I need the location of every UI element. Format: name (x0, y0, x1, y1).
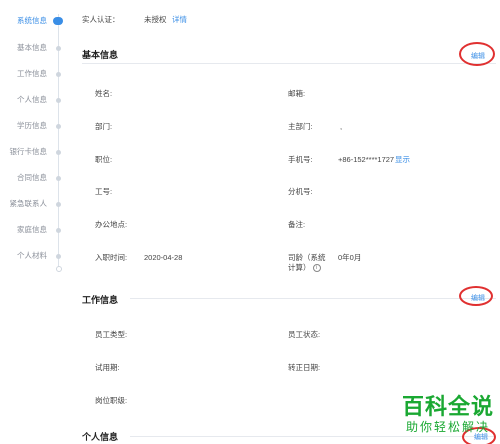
nav-item-family-info[interactable]: 家庭信息 (0, 223, 72, 237)
hire-date-label: 入职时间: (95, 253, 128, 262)
nav-item-system-info[interactable]: 系统信息 (0, 14, 72, 28)
tenure-label-line-2: 计算） i (288, 263, 321, 273)
nav-item-label: 合同信息 (17, 173, 47, 182)
nav-item-label: 基本信息 (17, 43, 47, 52)
nav-item-label: 学历信息 (17, 121, 47, 130)
name-label: 姓名: (95, 89, 113, 98)
auth-detail-link[interactable]: 详情 (172, 15, 187, 25)
nav-item-basic-info[interactable]: 基本信息 (0, 41, 72, 55)
highlight-circle (459, 42, 495, 66)
section-divider (130, 436, 496, 437)
email-label: 邮箱: (288, 89, 306, 98)
tenure-value: 0年0月 (338, 253, 362, 262)
employee-status-label: 员工状态: (288, 330, 321, 339)
nav-item-label: 个人材料 (17, 251, 47, 260)
nav-dot (56, 202, 61, 207)
job-number-label: 工号: (95, 187, 113, 196)
highlight-circle (459, 286, 493, 306)
nav-item-education-info[interactable]: 学历信息 (0, 119, 72, 133)
employee-profile-panel: 实人认证： 未授权 详情 基本信息 编辑 姓名: 邮箱: 部门: 主部门: , … (72, 0, 500, 444)
extension-label: 分机号: (288, 187, 313, 196)
nav-item-contract-info[interactable]: 合同信息 (0, 171, 72, 185)
phone-show-link[interactable]: 显示 (395, 155, 410, 165)
basic-info-title: 基本信息 (82, 50, 119, 60)
work-info-title: 工作信息 (82, 295, 119, 305)
auth-value: 未授权 (144, 15, 167, 24)
employee-type-label: 员工类型: (95, 330, 128, 339)
nav-item-label: 银行卡信息 (9, 147, 48, 156)
phone-value: +86-152****1727 (338, 155, 395, 164)
nav-active-indicator (53, 17, 63, 25)
nav-item-work-info[interactable]: 工作信息 (0, 67, 72, 81)
remark-label: 备注: (288, 220, 306, 229)
phone-label: 手机号: (288, 155, 313, 164)
nav-dot (56, 150, 61, 155)
nav-item-label: 个人信息 (17, 95, 47, 104)
nav-dot (56, 72, 61, 77)
baike-watermark-logo: 百科全说 助你轻松解决 (401, 395, 494, 435)
nav-item-emergency-contact[interactable]: 紧急联系人 (0, 197, 72, 211)
auth-label: 实人认证： (82, 15, 120, 24)
tenure-label-text: 计算） (288, 263, 311, 272)
logo-subtitle: 助你轻松解决 (405, 420, 490, 434)
info-icon[interactable]: i (312, 264, 321, 273)
nav-dot (56, 98, 61, 103)
nav-item-label: 紧急联系人 (9, 199, 48, 208)
nav-dot (56, 228, 61, 233)
regular-date-label: 转正日期: (288, 363, 321, 372)
logo-title: 百科全说 (401, 395, 494, 420)
main-department-label: 主部门: (288, 122, 313, 131)
tenure-label: 司龄（系统 (288, 253, 326, 262)
personal-info-title: 个人信息 (82, 432, 119, 442)
nav-item-label: 家庭信息 (17, 225, 47, 234)
nav-item-personal-materials[interactable]: 个人材料 (0, 249, 72, 263)
nav-dot (56, 46, 61, 51)
nav-item-label: 系统信息 (17, 16, 47, 25)
section-divider (130, 298, 496, 299)
nav-item-label: 工作信息 (17, 69, 47, 78)
office-location-label: 办公地点: (95, 220, 128, 229)
nav-item-personal-info[interactable]: 个人信息 (0, 93, 72, 107)
hire-date-value: 2020-04-28 (144, 253, 183, 262)
main-department-value: , (340, 122, 343, 131)
job-rank-label: 岗位职级: (95, 396, 128, 405)
section-nav: 系统信息 基本信息 工作信息 个人信息 学历信息 银行卡信息 合同信息 紧急联系… (0, 0, 72, 444)
nav-dot (56, 124, 61, 129)
nav-item-bank-card-info[interactable]: 银行卡信息 (0, 145, 72, 159)
section-divider (82, 63, 496, 64)
department-label: 部门: (95, 122, 113, 131)
probation-label: 试用期: (95, 363, 120, 372)
position-label: 职位: (95, 155, 113, 164)
nav-timeline-end (56, 266, 62, 272)
nav-dot (56, 176, 61, 181)
nav-dot (56, 254, 61, 259)
